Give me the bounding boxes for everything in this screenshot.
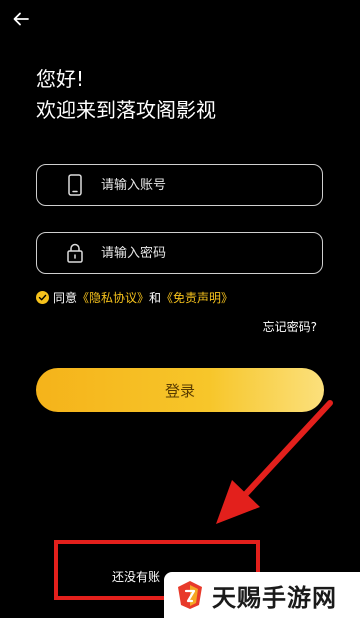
- agreement-conjunction: 和: [149, 291, 162, 305]
- agreement-row: 同意 《隐私协议》 和 《免责声明》: [36, 289, 233, 306]
- greeting-line-2: 欢迎来到落攻阁影视: [36, 98, 216, 122]
- watermark-logo-icon: [178, 581, 202, 609]
- watermark-text: 天赐手游网: [212, 583, 337, 612]
- privacy-policy-link[interactable]: 《隐私协议》: [77, 289, 149, 306]
- login-button[interactable]: 登录: [36, 368, 324, 412]
- agreement-prefix: 同意: [53, 291, 78, 305]
- lock-icon: [67, 242, 83, 264]
- account-field[interactable]: [36, 164, 323, 206]
- password-field[interactable]: [36, 232, 323, 274]
- back-button[interactable]: [10, 8, 32, 30]
- checkmark-icon[interactable]: [36, 291, 49, 304]
- account-input[interactable]: [101, 177, 322, 193]
- password-input[interactable]: [101, 245, 322, 261]
- phone-icon: [67, 174, 83, 196]
- back-arrow-icon: [13, 12, 29, 26]
- watermark-banner: 天赐手游网: [164, 572, 360, 618]
- disclaimer-link[interactable]: 《免责声明》: [161, 289, 233, 306]
- greeting-line-1: 您好!: [36, 67, 85, 91]
- forgot-password-link[interactable]: 忘记密码?: [263, 318, 317, 335]
- welcome-heading: 您好! 欢迎来到落攻阁影视: [36, 64, 216, 126]
